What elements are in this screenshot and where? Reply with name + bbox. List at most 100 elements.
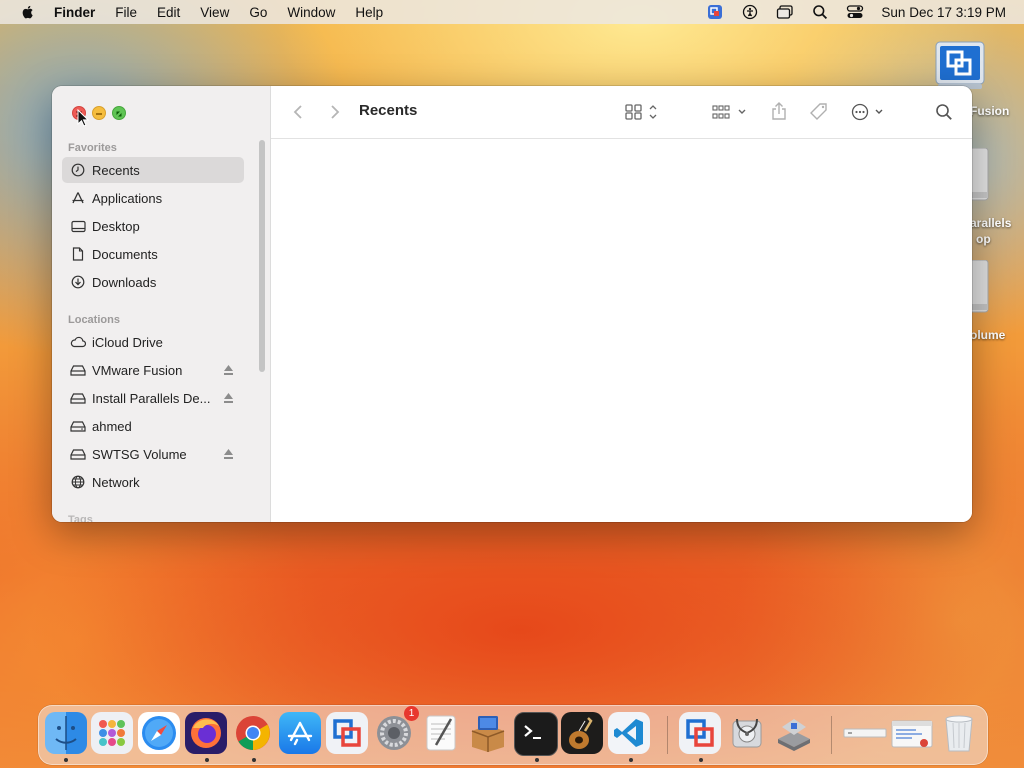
eject-icon[interactable] — [223, 364, 234, 376]
menu-view[interactable]: View — [200, 5, 229, 20]
desktop-icon — [70, 218, 86, 234]
chevron-left-icon — [293, 105, 302, 119]
sidebar-item-label: Documents — [92, 246, 158, 262]
document-icon — [70, 246, 86, 262]
sidebar-heading-locations: Locations — [68, 314, 120, 326]
sidebar-item-desktop[interactable]: Desktop — [62, 213, 244, 239]
clock-icon — [70, 162, 86, 178]
sidebar-item-downloads[interactable]: Downloads — [62, 269, 244, 295]
dock-trash[interactable] — [938, 712, 980, 754]
desktop-icon-label: arallels — [970, 216, 1012, 230]
menu-finder[interactable]: Finder — [54, 5, 95, 20]
dock-recent-window[interactable] — [890, 712, 934, 754]
dock-firefox[interactable] — [185, 712, 227, 754]
sidebar-item-documents[interactable]: Documents — [62, 241, 244, 267]
sidebar-item-recents[interactable]: Recents — [62, 157, 244, 183]
dock-vmware-fusion[interactable] — [326, 712, 368, 754]
dock-safari[interactable] — [138, 712, 180, 754]
minimize-button[interactable] — [92, 106, 106, 120]
globe-icon — [70, 474, 86, 490]
dock-app-store[interactable] — [279, 712, 321, 754]
vmware-fusion-volume-icon — [935, 41, 985, 89]
dock-textedit[interactable] — [420, 712, 462, 754]
boot-camp-icon — [778, 719, 810, 751]
running-indicator — [205, 758, 209, 762]
terminal-icon — [524, 725, 541, 739]
view-mode-button[interactable] — [623, 100, 663, 124]
desktop-icon-label-line2: op — [976, 232, 991, 246]
share-button[interactable] — [767, 98, 791, 124]
dock-recent-document[interactable] — [842, 712, 888, 754]
chrome-icon — [236, 716, 270, 750]
vscode-icon — [614, 719, 643, 747]
forward-button[interactable] — [324, 100, 346, 124]
notification-badge: 1 — [404, 706, 419, 721]
sidebar-item-applications[interactable]: Applications — [62, 185, 244, 211]
menu-edit[interactable]: Edit — [157, 5, 180, 20]
menu-window[interactable]: Window — [287, 5, 335, 20]
finder-toolbar: Recents — [271, 86, 972, 139]
dock-disk-utility[interactable] — [726, 712, 768, 754]
launchpad-icon — [99, 720, 125, 746]
dock-vscode[interactable] — [608, 712, 650, 754]
dock-instruments[interactable] — [561, 712, 603, 754]
tags-button[interactable] — [807, 99, 831, 125]
back-button[interactable] — [287, 100, 309, 124]
vmware-fusion-icon — [333, 719, 361, 747]
menu-bar-clock[interactable]: Sun Dec 17 3:19 PM — [881, 5, 1006, 20]
dock-vmware-fusion-running[interactable] — [679, 712, 721, 754]
group-by-button[interactable] — [709, 100, 751, 124]
accessibility-icon[interactable] — [741, 4, 759, 20]
sidebar-item-ahmed[interactable]: ahmed — [62, 413, 244, 439]
sidebar-item-label: ahmed — [92, 418, 132, 434]
vmware-status-icon[interactable] — [706, 4, 724, 20]
dock-terminal[interactable] — [514, 712, 558, 756]
sidebar-item-install-parallels[interactable]: Install Parallels De... — [62, 385, 244, 411]
recent-window-icon — [891, 720, 933, 748]
eject-icon[interactable] — [223, 392, 234, 404]
screen-mirroring-icon[interactable] — [776, 4, 794, 20]
menu-file[interactable]: File — [115, 5, 137, 20]
desktop-icon-label: olume — [970, 328, 1006, 342]
sidebar-heading-tags: Tags — [68, 514, 93, 522]
desktop-icon-swtsg-volume[interactable]: olume — [966, 258, 1024, 348]
desktop-icon-parallels[interactable]: arallels op — [966, 140, 1024, 250]
menu-help[interactable]: Help — [355, 5, 383, 20]
menu-go[interactable]: Go — [249, 5, 267, 20]
sidebar-scrollbar[interactable] — [259, 140, 265, 372]
disk-icon — [70, 390, 86, 406]
dock-system-settings[interactable]: 1 — [373, 706, 419, 754]
dock-finder[interactable] — [45, 712, 87, 754]
running-indicator — [252, 758, 256, 762]
mouse-cursor-icon — [77, 109, 89, 127]
firefox-icon — [191, 718, 221, 748]
app-store-icon — [287, 721, 313, 746]
spotlight-search-icon[interactable] — [811, 4, 829, 20]
minimize-icon — [96, 113, 102, 115]
dock-boot-camp[interactable] — [773, 712, 815, 754]
sidebar-item-network[interactable]: Network — [62, 469, 244, 495]
sidebar-item-label: Applications — [92, 190, 163, 206]
applications-icon — [70, 190, 86, 206]
zoom-button[interactable] — [112, 106, 126, 120]
dock: 1 — [38, 705, 988, 765]
disk-icon — [70, 446, 86, 462]
control-center-icon[interactable] — [846, 4, 864, 20]
dock-launchpad[interactable] — [91, 712, 133, 754]
apple-menu-icon[interactable] — [20, 4, 36, 20]
sidebar-item-swtsg-volume[interactable]: SWTSG Volume — [62, 441, 244, 467]
eject-icon[interactable] — [223, 448, 234, 460]
dock-chrome[interactable] — [232, 712, 274, 754]
sidebar-item-vmware-fusion[interactable]: VMware Fusion — [62, 357, 244, 383]
cloud-icon — [70, 334, 86, 350]
finder-content-area[interactable] — [271, 139, 972, 522]
trash-icon — [945, 715, 973, 752]
chevron-right-icon — [331, 105, 340, 119]
sidebar-item-label: SWTSG Volume — [92, 446, 187, 462]
dock-installer[interactable] — [467, 712, 509, 754]
sidebar-item-icloud-drive[interactable]: iCloud Drive — [62, 329, 244, 355]
group-grid-icon — [712, 105, 746, 119]
search-button[interactable] — [931, 100, 957, 124]
more-actions-button[interactable] — [849, 100, 889, 124]
menu-bar: Finder File Edit View Go Window Help Sun… — [0, 0, 1024, 24]
